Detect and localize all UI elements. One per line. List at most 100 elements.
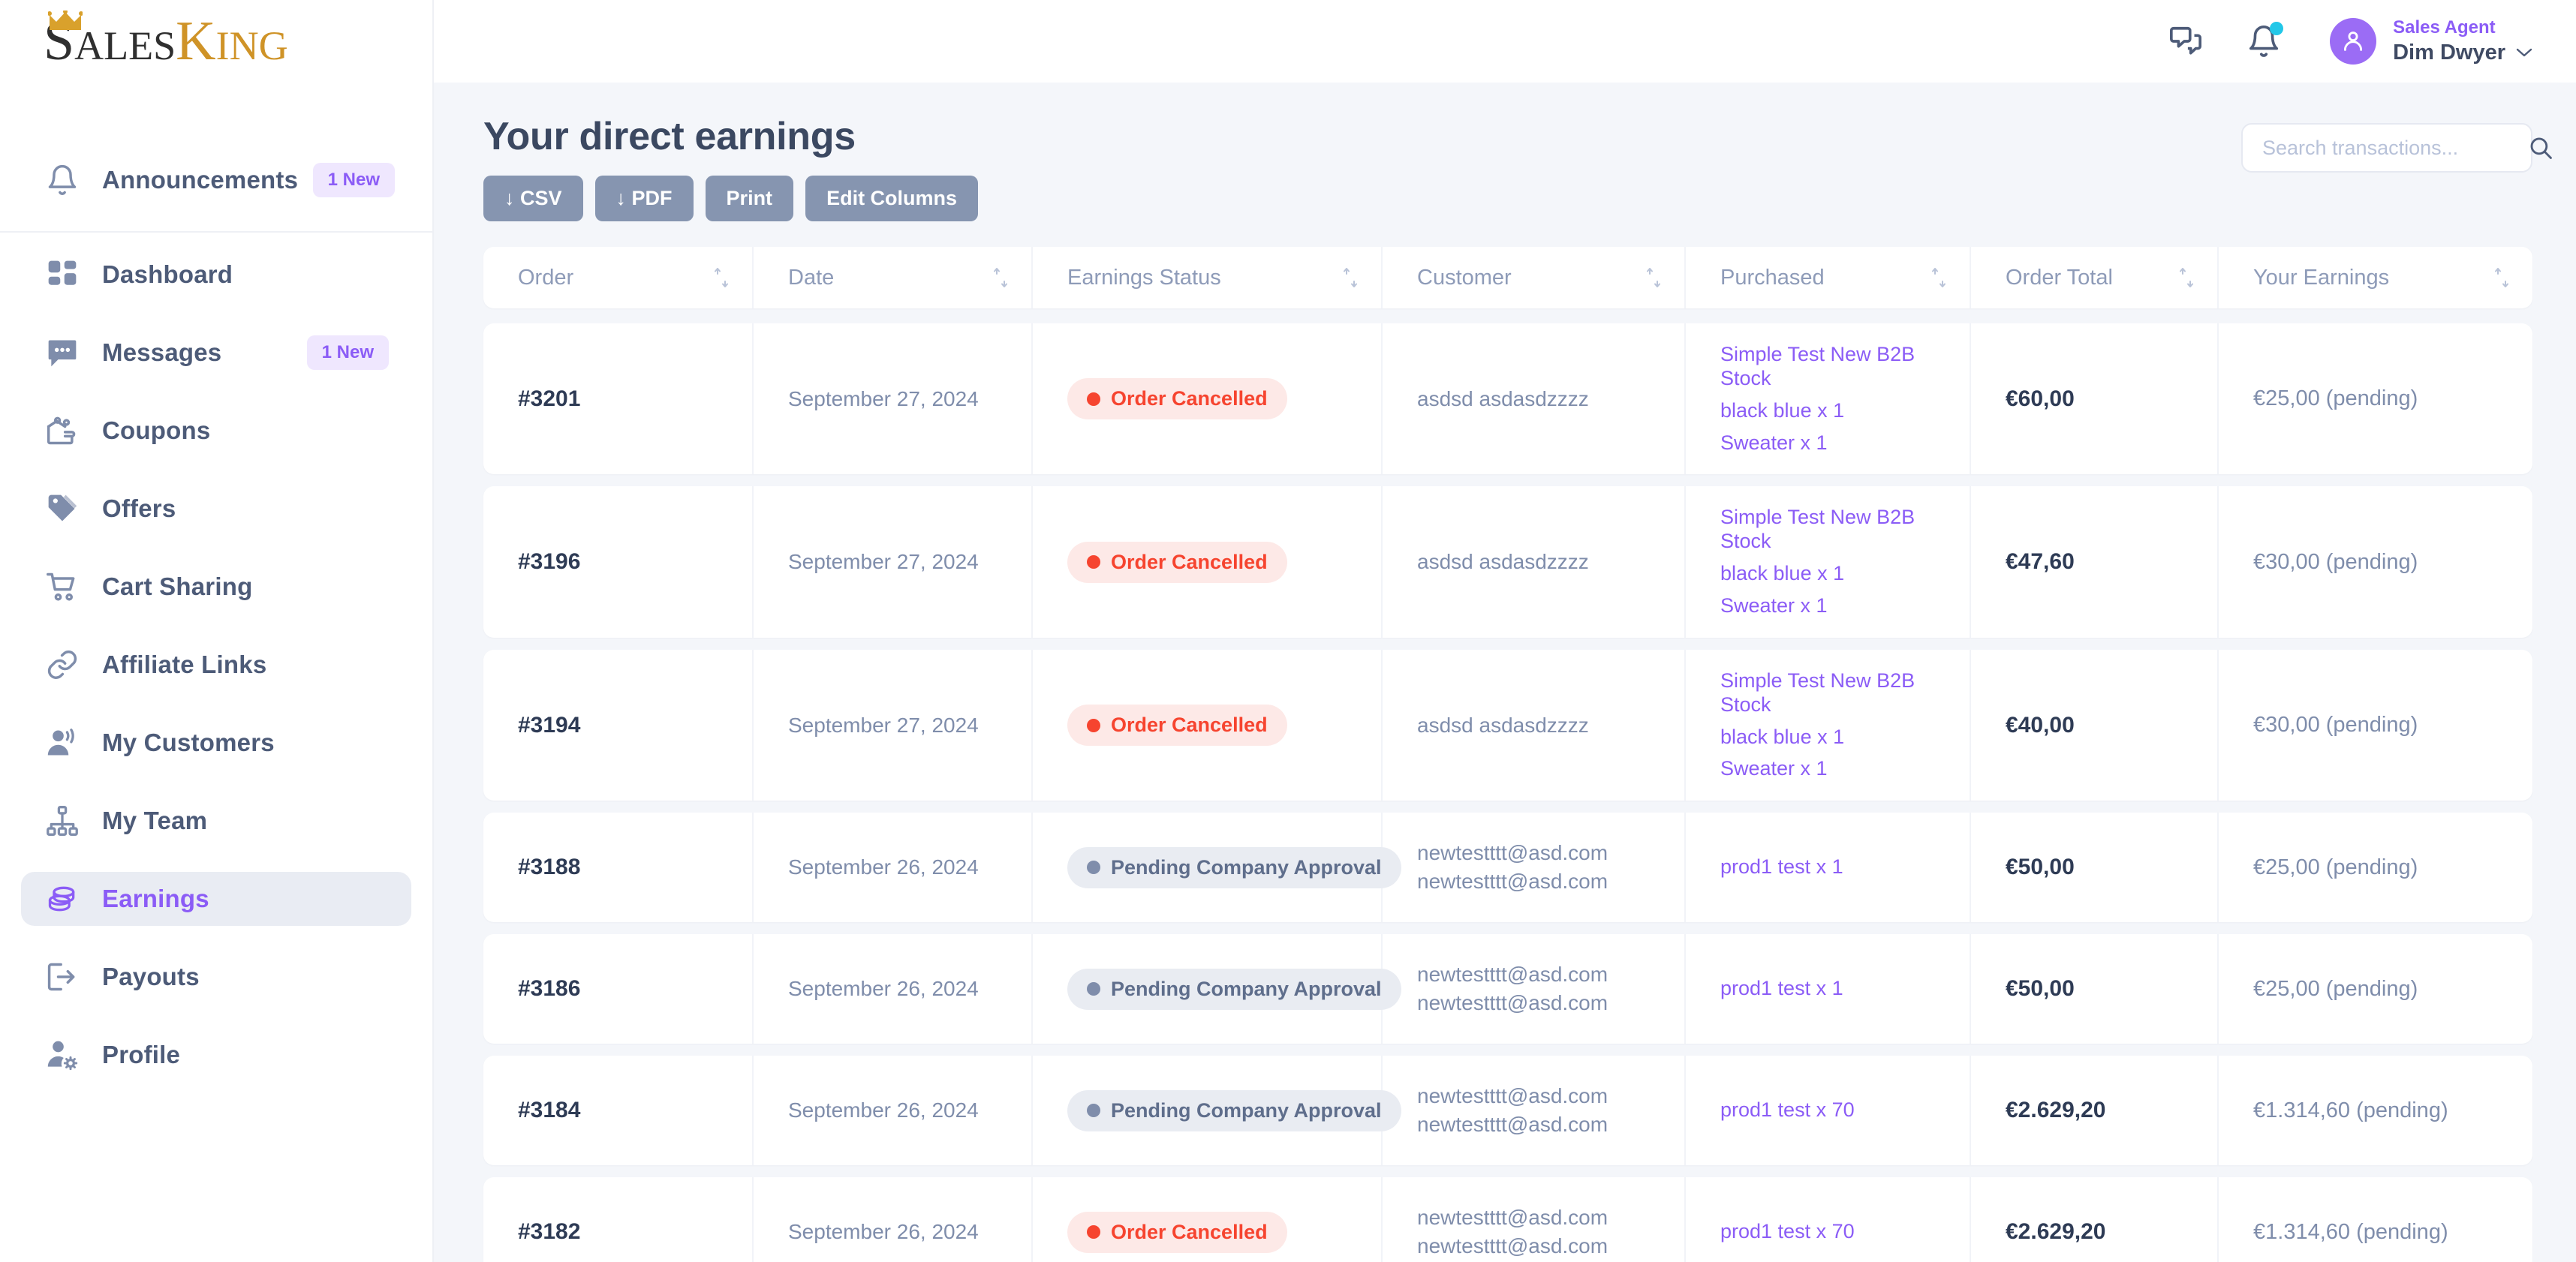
sort-icon[interactable] bbox=[713, 266, 730, 289]
column-header-purchased[interactable]: Purchased bbox=[1686, 247, 1971, 308]
sidebar-nav: Dashboard Messages 1 New Coupons Offers … bbox=[0, 233, 432, 1106]
table-row[interactable]: #3184 September 26, 2024 Pending Company A… bbox=[483, 1056, 2532, 1166]
main-area: Sales Agent Dim Dwyer Your direct earnin… bbox=[434, 0, 2576, 1262]
sidebar-item-label: Offers bbox=[102, 494, 176, 522]
cell-order: #3201 bbox=[483, 323, 754, 475]
sidebar-item-cart-sharing[interactable]: Cart Sharing bbox=[21, 560, 411, 614]
column-header-earnings-status[interactable]: Earnings Status bbox=[1033, 247, 1383, 308]
status-label: Order Cancelled bbox=[1111, 387, 1268, 410]
sort-icon[interactable] bbox=[2178, 266, 2195, 289]
sidebar-item-dashboard[interactable]: Dashboard bbox=[21, 248, 411, 302]
sidebar-item-offers[interactable]: Offers bbox=[21, 482, 411, 536]
user-menu[interactable]: Sales Agent Dim Dwyer bbox=[2393, 17, 2532, 66]
column-header-date[interactable]: Date bbox=[754, 247, 1033, 308]
notification-dot bbox=[2270, 22, 2284, 35]
table-row[interactable]: #3201 September 27, 2024 Order Cancelled as… bbox=[483, 323, 2532, 475]
messages-badge: 1 New bbox=[306, 335, 389, 370]
status-badge: Order Cancelled bbox=[1067, 378, 1287, 420]
table-row[interactable]: #3194 September 27, 2024 Order Cancelled as… bbox=[483, 649, 2532, 801]
sidebar-item-announcements[interactable]: Announcements 1 New bbox=[0, 129, 432, 233]
export-pdf-button[interactable]: ↓ PDF bbox=[594, 176, 694, 221]
sidebar-item-label: Messages bbox=[102, 338, 222, 366]
brand-logo[interactable]: SALESKING bbox=[0, 0, 432, 83]
cell-earnings-status: Pending Company Approval bbox=[1033, 813, 1401, 923]
sidebar-item-label: Affiliate Links bbox=[102, 651, 267, 678]
sidebar-item-label: Profile bbox=[102, 1041, 181, 1068]
purchased-product-link[interactable]: prod1 test x 1 bbox=[1720, 977, 1843, 1001]
status-badge: Order Cancelled bbox=[1067, 705, 1287, 747]
cell-order: #3188 bbox=[483, 813, 754, 923]
order-total: €2.629,20 bbox=[2006, 1098, 2106, 1123]
column-header-your-earnings[interactable]: Your Earnings bbox=[2219, 247, 2532, 308]
status-dot-icon bbox=[1087, 718, 1100, 732]
purchased-product-link[interactable]: Simple Test New B2B Stock bbox=[1720, 669, 1970, 717]
purchased-product-link[interactable]: black blue x 1 bbox=[1720, 562, 1970, 586]
print-button[interactable]: Print bbox=[705, 176, 794, 221]
purchased-product-link[interactable]: Sweater x 1 bbox=[1720, 757, 1970, 781]
cell-order-total: €40,00 bbox=[1971, 649, 2219, 801]
purchased-product-link[interactable]: prod1 test x 1 bbox=[1720, 855, 1843, 879]
column-label: Customer bbox=[1417, 265, 1512, 290]
table-header-row: Order Date Earnings Status Customer Purc… bbox=[483, 247, 2532, 308]
sidebar-item-affiliate-links[interactable]: Affiliate Links bbox=[21, 638, 411, 692]
your-earnings: €25,00 (pending) bbox=[2253, 976, 2418, 1001]
table-row[interactable]: #3188 September 26, 2024 Pending Company A… bbox=[483, 813, 2532, 923]
sidebar-item-coupons[interactable]: Coupons bbox=[21, 404, 411, 458]
sidebar-item-profile[interactable]: Profile bbox=[21, 1028, 411, 1082]
cell-earnings-status: Order Cancelled bbox=[1033, 649, 1383, 801]
order-id: #3182 bbox=[518, 1219, 581, 1245]
table-row[interactable]: #3186 September 26, 2024 Pending Company A… bbox=[483, 934, 2532, 1044]
purchased-product-link[interactable]: Simple Test New B2B Stock bbox=[1720, 506, 1970, 554]
sidebar-item-earnings[interactable]: Earnings bbox=[21, 872, 411, 926]
cell-your-earnings: €30,00 (pending) bbox=[2219, 650, 2532, 801]
purchased-product-link[interactable]: Simple Test New B2B Stock bbox=[1720, 343, 1970, 391]
cell-earnings-status: Order Cancelled bbox=[1033, 1177, 1383, 1262]
purchased-product-link[interactable]: black blue x 1 bbox=[1720, 726, 1970, 750]
search-box[interactable] bbox=[2241, 123, 2552, 173]
sidebar-item-messages[interactable]: Messages 1 New bbox=[21, 326, 411, 380]
sidebar-item-payouts[interactable]: Payouts bbox=[21, 950, 411, 1004]
purchased-product-link[interactable]: prod1 test x 70 bbox=[1720, 1098, 1855, 1122]
tag-icon bbox=[44, 490, 81, 527]
sort-icon[interactable] bbox=[2493, 266, 2510, 289]
sidebar-item-label: Payouts bbox=[102, 963, 200, 990]
table-row[interactable]: #3196 September 27, 2024 Order Cancelled as… bbox=[483, 486, 2532, 638]
notification-bell-icon[interactable] bbox=[2243, 20, 2285, 62]
order-total: €2.629,20 bbox=[2006, 1219, 2106, 1245]
column-header-order-total[interactable]: Order Total bbox=[1971, 247, 2219, 308]
search-input[interactable] bbox=[2262, 136, 2528, 160]
purchased-product-link[interactable]: prod1 test x 70 bbox=[1720, 1220, 1855, 1244]
purchased-product-link[interactable]: Sweater x 1 bbox=[1720, 431, 1970, 455]
column-label: Order bbox=[518, 265, 574, 290]
column-header-order[interactable]: Order bbox=[483, 247, 754, 308]
column-header-customer[interactable]: Customer bbox=[1383, 247, 1686, 308]
purchased-product-link[interactable]: Sweater x 1 bbox=[1720, 594, 1970, 618]
sort-icon[interactable] bbox=[1645, 266, 1662, 289]
table-row[interactable]: #3182 September 26, 2024 Order Cancelled ne… bbox=[483, 1177, 2532, 1262]
purchased-product-link[interactable]: black blue x 1 bbox=[1720, 399, 1970, 423]
edit-columns-button[interactable]: Edit Columns bbox=[805, 176, 979, 221]
user-name: Dim Dwyer bbox=[2393, 40, 2505, 65]
sidebar-item-my-customers[interactable]: My Customers bbox=[21, 716, 411, 770]
search-icon[interactable] bbox=[2528, 135, 2553, 161]
chat-bubbles-icon[interactable] bbox=[2165, 20, 2207, 62]
customer-lines: newtestttt@asd.com newtestttt@asd.com bbox=[1417, 963, 1608, 1015]
export-csv-button[interactable]: ↓ CSV bbox=[483, 176, 583, 221]
column-label: Your Earnings bbox=[2253, 265, 2390, 290]
sort-icon[interactable] bbox=[1930, 266, 1947, 289]
app-root: SALESKING Announcements 1 New Dashboard … bbox=[0, 0, 2576, 1262]
customer-lines: asdsd asdasdzzzz bbox=[1417, 387, 1589, 411]
sort-icon[interactable] bbox=[1342, 266, 1359, 289]
page-title: Your direct earnings bbox=[483, 115, 856, 158]
customer-line: newtestttt@asd.com bbox=[1417, 841, 1608, 865]
order-date: September 27, 2024 bbox=[788, 713, 979, 737]
avatar[interactable] bbox=[2330, 18, 2377, 65]
sidebar-item-label: My Team bbox=[102, 807, 208, 834]
cell-order-total: €60,00 bbox=[1971, 323, 2219, 475]
content-area: Your direct earnings ↓ CSV ↓ PDF Print E… bbox=[434, 83, 2576, 1262]
dashboard-icon bbox=[44, 256, 81, 293]
status-dot-icon bbox=[1087, 1104, 1100, 1118]
sidebar-item-my-team[interactable]: My Team bbox=[21, 794, 411, 848]
sidebar-item-label: Dashboard bbox=[102, 260, 233, 288]
sort-icon[interactable] bbox=[992, 266, 1009, 289]
